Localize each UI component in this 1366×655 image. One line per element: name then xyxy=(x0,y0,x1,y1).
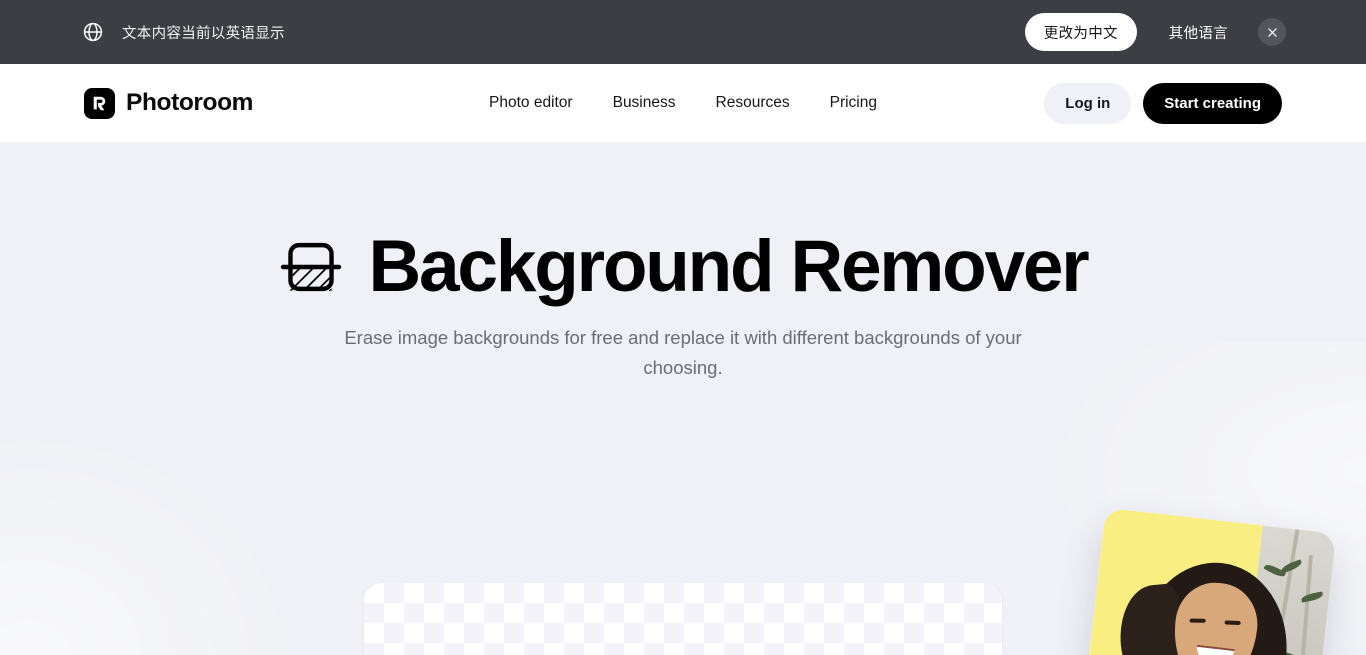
close-banner-button[interactable] xyxy=(1258,18,1286,46)
close-icon xyxy=(1266,26,1279,39)
header-actions: Log in Start creating xyxy=(1044,82,1282,124)
site-header: Photoroom Photo editor Business Resource… xyxy=(0,64,1366,142)
other-languages-button[interactable]: 其他语言 xyxy=(1155,22,1242,43)
language-banner-actions: 更改为中文 其他语言 xyxy=(1024,13,1286,51)
photoroom-logo-link[interactable]: Photoroom xyxy=(84,87,254,119)
nav-item-pricing[interactable]: Pricing xyxy=(830,94,877,112)
hero-section: Background Remover Erase image backgroun… xyxy=(0,142,1366,655)
nav-item-business[interactable]: Business xyxy=(613,94,676,112)
hero-title-row: Background Remover xyxy=(279,226,1090,307)
eye xyxy=(1189,618,1206,623)
language-banner-text: 文本内容当前以英语显示 xyxy=(122,25,285,42)
start-creating-button[interactable]: Start creating xyxy=(1143,82,1282,124)
sample-card-portrait xyxy=(1079,507,1337,655)
log-in-button[interactable]: Log in xyxy=(1044,82,1132,124)
nav-item-resources[interactable]: Resources xyxy=(716,94,790,112)
hero-content: Background Remover Erase image backgroun… xyxy=(0,142,1366,383)
portrait-image xyxy=(1079,507,1337,655)
eye xyxy=(1224,620,1241,626)
brand-name: Photoroom xyxy=(126,89,254,116)
language-banner-message-group: 文本内容当前以英语显示 xyxy=(82,21,285,43)
photoroom-logo-icon xyxy=(84,87,115,119)
change-language-button[interactable]: 更改为中文 xyxy=(1024,13,1137,51)
image-upload-dropzone[interactable] xyxy=(364,583,1002,655)
palm-frond xyxy=(1263,562,1287,579)
main-navigation: Photo editor Business Resources Pricing xyxy=(489,94,877,112)
language-notice-banner: 文本内容当前以英语显示 更改为中文 其他语言 xyxy=(0,0,1366,64)
hero-subtitle: Erase image backgrounds for free and rep… xyxy=(344,327,1022,378)
hero-vignette-left xyxy=(0,425,300,655)
palm-trunk xyxy=(1295,555,1313,655)
palm-frond xyxy=(1300,591,1324,603)
globe-icon xyxy=(82,21,104,43)
page-title: Background Remover xyxy=(368,226,1090,307)
nav-item-photo-editor[interactable]: Photo editor xyxy=(489,94,573,112)
background-remove-icon xyxy=(279,235,343,299)
